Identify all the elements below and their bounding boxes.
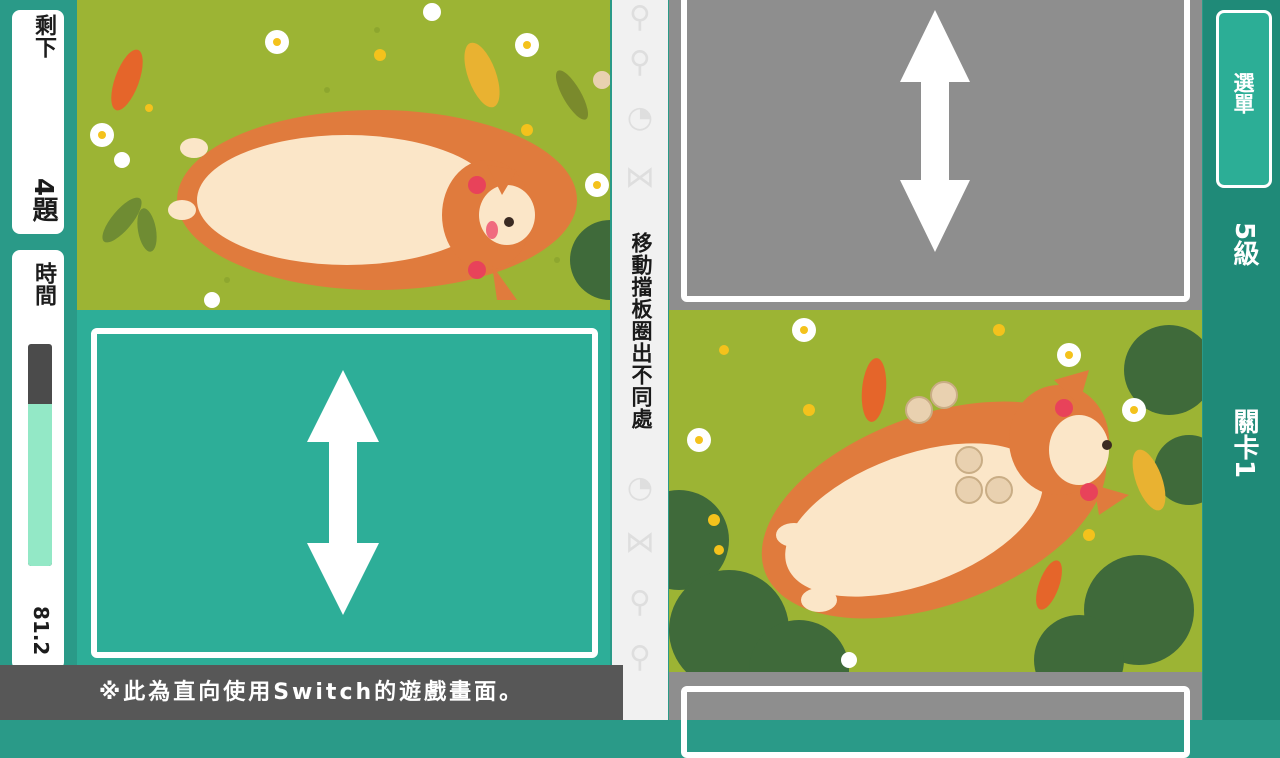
sliding-shutter-bottom[interactable] [669,672,1202,758]
corgi-illustration [77,0,610,310]
pattern-icon: ◔ [626,100,654,135]
pattern-icon: ⚲ [629,640,651,675]
vertical-arrow-icon [900,10,970,252]
vertical-arrow-icon [307,370,379,615]
corgi-illustration [669,310,1202,672]
pattern-icon: ◔ [626,470,654,505]
pattern-icon: ⚲ [629,585,651,620]
pattern-icon: ⋈ [625,160,655,195]
puzzle-image-right[interactable] [669,310,1202,672]
time-bar-fill [28,403,52,566]
pattern-icon: ⚲ [629,0,651,35]
time-value: 81.2 [29,606,53,656]
time-label: 時間 [31,262,56,306]
level-label: 5級 [1229,222,1259,267]
instruction-text: 移動擋板圈出不同處 [626,232,656,430]
time-bar [28,344,52,566]
remaining-count: 4題 [28,178,58,223]
remaining-label: 剩下 [31,14,56,58]
shutter-frame [681,686,1190,758]
sliding-shutter-left[interactable] [77,310,610,665]
menu-button-label[interactable]: 選單 [1228,72,1258,114]
pattern-icon: ⚲ [629,45,651,80]
sliding-shutter-right[interactable] [669,0,1202,310]
puzzle-image-left[interactable] [77,0,610,310]
caption-banner: ※此為直向使用Switch的遊戲畫面。 [0,665,623,720]
pattern-icon: ⋈ [625,525,655,560]
stage-label: 關卡1 [1229,408,1259,479]
